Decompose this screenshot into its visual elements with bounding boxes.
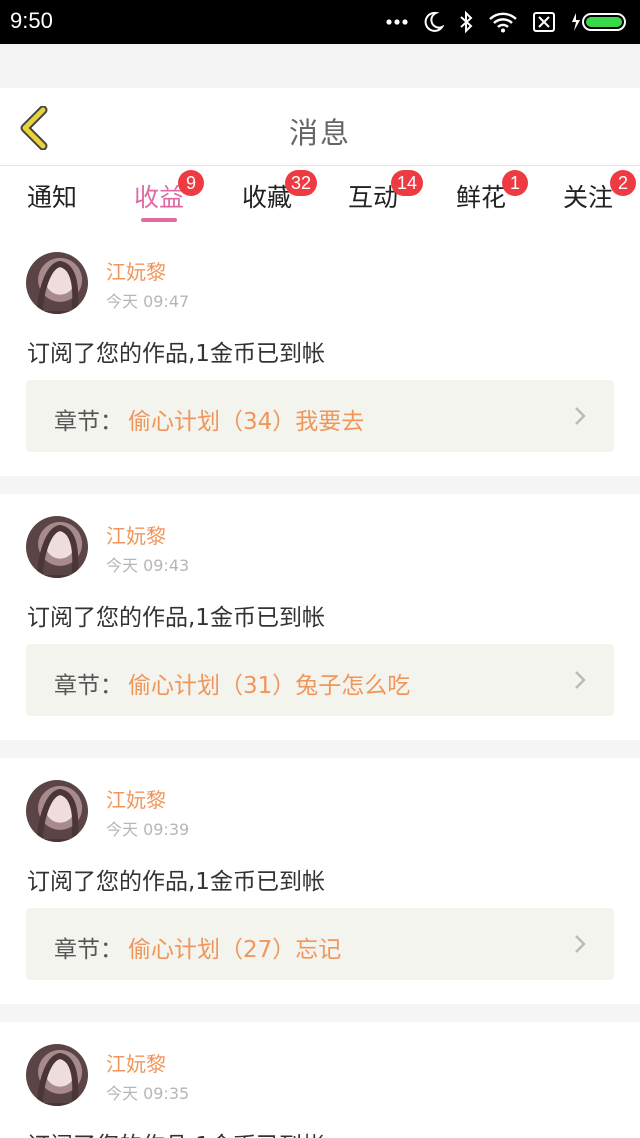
wifi-icon xyxy=(488,11,518,33)
battery-icon xyxy=(570,11,630,33)
tab-badge: 32 xyxy=(285,170,318,196)
message-time: 今天 09:35 xyxy=(106,1084,190,1103)
message-time: 今天 09:39 xyxy=(106,820,190,839)
tab-badge: 1 xyxy=(502,170,528,196)
chapter-link[interactable]: 章节： 偷心计划（31）兔子怎么吃 xyxy=(26,644,614,716)
chapter-link[interactable]: 章节： 偷心计划（27）忘记 xyxy=(26,908,614,980)
message-text: 订阅了您的作品,1金币已到帐 xyxy=(27,1126,325,1138)
header: 消息 xyxy=(0,88,640,166)
moon-icon xyxy=(422,11,444,33)
status-icons xyxy=(386,8,630,36)
user-name[interactable]: 江妧黎 xyxy=(106,520,166,549)
chapter-label: 章节： xyxy=(54,673,123,699)
chapter-title: 偷心计划（31）兔子怎么吃 xyxy=(128,673,411,699)
message-text: 订阅了您的作品,1金币已到帐 xyxy=(27,341,325,367)
avatar[interactable] xyxy=(26,516,88,578)
bluetooth-icon xyxy=(458,10,474,34)
chevron-right-icon xyxy=(575,671,586,689)
chapter-title: 偷心计划（27）忘记 xyxy=(128,937,342,963)
active-tab-indicator xyxy=(141,218,177,222)
message-text: 订阅了您的作品,1金币已到帐 xyxy=(27,605,325,631)
message-time: 今天 09:47 xyxy=(106,292,190,311)
tab-label: 收益 xyxy=(133,183,185,212)
user-name[interactable]: 江妧黎 xyxy=(106,256,166,285)
no-sim-icon xyxy=(532,11,556,33)
message-text: 订阅了您的作品,1金币已到帐 xyxy=(27,869,325,895)
user-name[interactable]: 江妧黎 xyxy=(106,784,166,813)
more-dots-icon xyxy=(386,18,408,26)
message-card: 江妧黎 今天 09:35 订阅了您的作品,1金币已到帐 xyxy=(0,1022,640,1138)
page-title: 消息 xyxy=(288,116,351,150)
status-time: 9:50 xyxy=(10,8,53,33)
message-card: 江妧黎 今天 09:43 订阅了您的作品,1金币已到帐 章节： 偷心计划（31）… xyxy=(0,494,640,740)
chevron-right-icon xyxy=(575,935,586,953)
avatar[interactable] xyxy=(26,1044,88,1106)
chevron-right-icon xyxy=(575,407,586,425)
tab-bar: 通知 收益 9 收藏 32 互动 14 鲜花 1 关注 2 xyxy=(0,166,640,230)
message-card: 江妧黎 今天 09:47 订阅了您的作品,1金币已到帐 章节： 偷心计划（34）… xyxy=(0,230,640,476)
user-name[interactable]: 江妧黎 xyxy=(106,1048,166,1077)
tab-label: 关注 xyxy=(562,183,614,212)
avatar[interactable] xyxy=(26,252,88,314)
chapter-label: 章节： xyxy=(54,937,123,963)
tab-badge: 2 xyxy=(610,170,636,196)
tab-badge: 9 xyxy=(178,170,204,196)
message-card: 江妧黎 今天 09:39 订阅了您的作品,1金币已到帐 章节： 偷心计划（27）… xyxy=(0,758,640,1004)
avatar[interactable] xyxy=(26,780,88,842)
status-bar: 9:50 xyxy=(0,0,640,44)
chapter-title: 偷心计划（34）我要去 xyxy=(128,409,365,435)
tab-badge: 14 xyxy=(391,170,424,196)
tab-label: 鲜花 xyxy=(455,183,507,212)
message-time: 今天 09:43 xyxy=(106,556,190,575)
header-spacer xyxy=(0,44,640,88)
chapter-label: 章节： xyxy=(54,409,123,435)
chapter-link[interactable]: 章节： 偷心计划（34）我要去 xyxy=(26,380,614,452)
tab-label: 通知 xyxy=(26,183,78,212)
